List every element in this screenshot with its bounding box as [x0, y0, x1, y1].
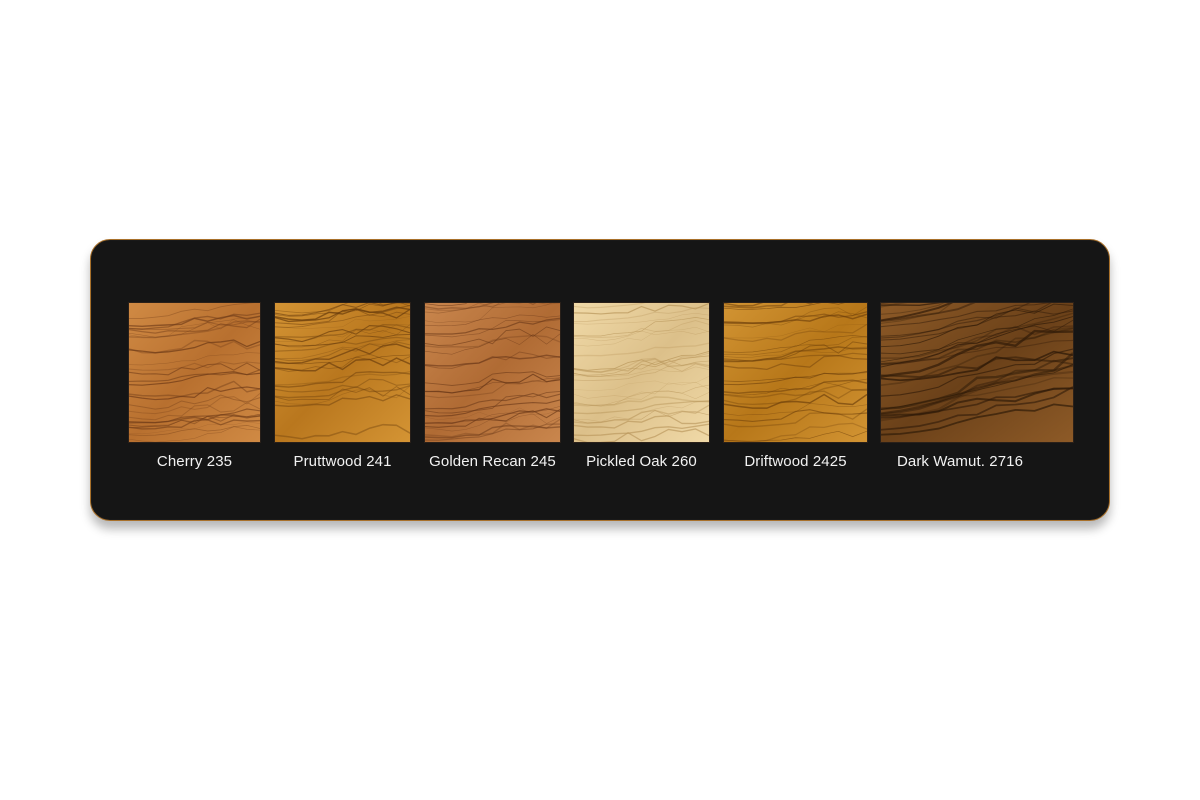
wood-grain-texture [129, 303, 260, 442]
swatch-golden-recan-245[interactable] [424, 302, 561, 443]
wood-grain-texture [724, 303, 867, 442]
swatch-driftwood-2425[interactable] [723, 302, 868, 443]
wood-grain-texture [881, 303, 1073, 442]
swatch-label-dark-wamut-2716: Dark Wamut. 2716 [896, 453, 1024, 470]
swatch-pruttwood-241[interactable] [274, 302, 411, 443]
swatch-label-pickled-oak-260: Pickled Oak 260 [586, 453, 697, 470]
swatch-label-golden-recan-245: Golden Recan 245 [429, 453, 556, 470]
swatch-label-pruttwood-241: Pruttwood 241 [293, 453, 392, 470]
swatch-label-driftwood-2425: Driftwood 2425 [744, 453, 847, 470]
swatch-cherry-235[interactable] [128, 302, 261, 443]
wood-grain-texture [275, 303, 410, 442]
page: Cherry 235 Pruttwood 241 Golden Recan 24… [0, 0, 1200, 800]
swatch-label-cherry-235: Cherry 235 [156, 453, 233, 470]
swatch-pickled-oak-260[interactable] [573, 302, 710, 443]
swatch-dark-wamut-2716[interactable] [880, 302, 1074, 443]
wood-grain-texture [425, 303, 560, 442]
swatch-panel: Cherry 235 Pruttwood 241 Golden Recan 24… [90, 239, 1110, 521]
wood-base [425, 303, 560, 442]
wood-grain-texture [574, 303, 709, 442]
